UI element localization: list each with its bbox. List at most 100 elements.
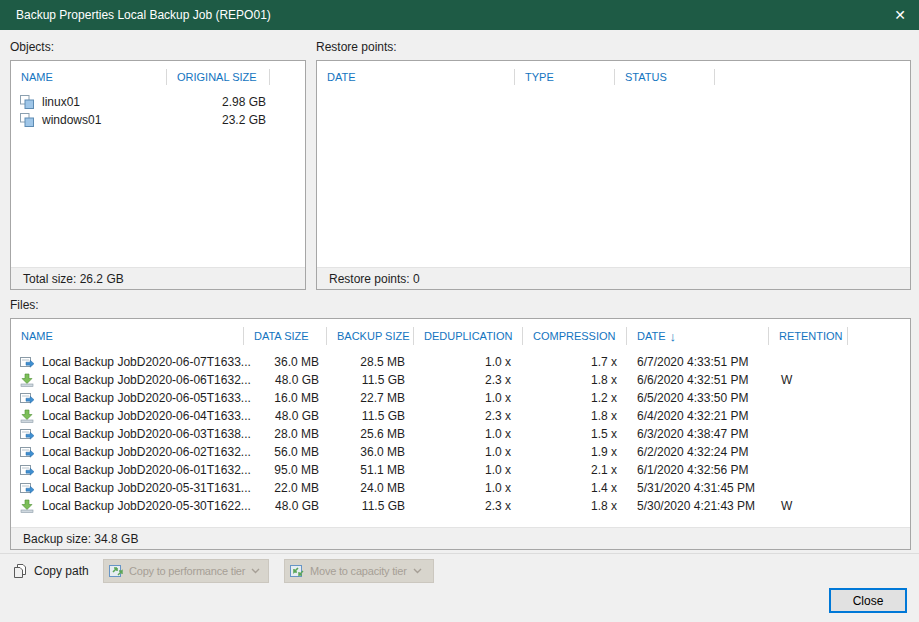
- object-name: linux01: [42, 95, 80, 109]
- table-row[interactable]: Local Backup JobD2020-06-04T1633... 48.0…: [11, 407, 910, 425]
- backup-file-icon: [19, 426, 35, 442]
- file-data-size: 48.0 GB: [244, 499, 327, 513]
- performance-tier-icon: [108, 563, 124, 579]
- file-date: 6/4/2020 4:32:21 PM: [627, 409, 769, 423]
- file-deduplication: 2.3 x: [414, 499, 523, 513]
- column-header-backup-size[interactable]: BACKUP SIZE: [327, 319, 414, 353]
- table-row[interactable]: linux01 2.98 GB: [11, 93, 305, 111]
- file-compression: 1.7 x: [523, 355, 627, 369]
- object-original-size: 2.98 GB: [167, 95, 270, 109]
- column-header-name[interactable]: NAME: [11, 319, 244, 353]
- table-row[interactable]: Local Backup JobD2020-06-01T1632... 95.0…: [11, 461, 910, 479]
- files-footer: Backup size: 34.8 GB: [11, 527, 910, 549]
- file-backup-size: 24.0 MB: [327, 481, 414, 495]
- file-backup-size: 11.5 GB: [327, 499, 414, 513]
- file-compression: 1.5 x: [523, 427, 627, 441]
- column-header-status[interactable]: STATUS: [615, 61, 715, 93]
- file-deduplication: 1.0 x: [414, 391, 523, 405]
- move-to-capacity-tier-button[interactable]: Move to capacity tier: [284, 559, 434, 583]
- window-title: Backup Properties Local Backup Job (REPO…: [16, 8, 271, 22]
- file-data-size: 22.0 MB: [244, 481, 327, 495]
- files-label: Files:: [10, 298, 39, 312]
- window-close-icon[interactable]: ✕: [894, 8, 906, 22]
- objects-total-size: Total size: 26.2 GB: [23, 272, 124, 286]
- file-compression: 2.1 x: [523, 463, 627, 477]
- restore-points-table: DATE TYPE STATUS Restore points: 0: [316, 60, 911, 290]
- file-backup-size: 36.0 MB: [327, 445, 414, 459]
- file-backup-size: 22.7 MB: [327, 391, 414, 405]
- file-date: 6/2/2020 4:32:24 PM: [627, 445, 769, 459]
- file-compression: 1.8 x: [523, 499, 627, 513]
- copy-to-performance-tier-button[interactable]: Copy to performance tier: [103, 559, 269, 583]
- files-table-header: NAME DATA SIZE BACKUP SIZE DEDUPLICATION…: [11, 319, 910, 353]
- backup-properties-dialog: Backup Properties Local Backup Job (REPO…: [0, 0, 919, 622]
- file-retention: W: [769, 373, 848, 387]
- file-name: Local Backup JobD2020-06-06T1632...: [42, 373, 251, 387]
- column-header-data-size[interactable]: DATA SIZE: [244, 319, 327, 353]
- file-compression: 1.8 x: [523, 409, 627, 423]
- file-backup-size: 28.5 MB: [327, 355, 414, 369]
- file-data-size: 48.0 GB: [244, 409, 327, 423]
- table-row[interactable]: Local Backup JobD2020-05-31T1631... 22.0…: [11, 479, 910, 497]
- column-header-retention[interactable]: RETENTION: [769, 319, 848, 353]
- files-backup-size: Backup size: 34.8 GB: [23, 532, 138, 546]
- objects-table: NAME ORIGINAL SIZE linux01 2.: [10, 60, 306, 290]
- file-name: Local Backup JobD2020-06-05T1633...: [42, 391, 251, 405]
- close-button-label: Close: [853, 594, 884, 608]
- file-retention: W: [769, 499, 848, 513]
- copy-path-button[interactable]: Copy path: [12, 559, 89, 583]
- table-row[interactable]: Local Backup JobD2020-06-05T1633... 16.0…: [11, 389, 910, 407]
- file-name: Local Backup JobD2020-05-31T1631...: [42, 481, 251, 495]
- table-row[interactable]: Local Backup JobD2020-06-06T1632... 48.0…: [11, 371, 910, 389]
- objects-table-header: NAME ORIGINAL SIZE: [11, 61, 305, 93]
- table-row[interactable]: Local Backup JobD2020-05-30T1622... 48.0…: [11, 497, 910, 515]
- file-name: Local Backup JobD2020-06-01T1632...: [42, 463, 251, 477]
- backup-file-icon: [19, 354, 35, 370]
- copy-to-performance-tier-label: Copy to performance tier: [129, 565, 245, 577]
- file-deduplication: 1.0 x: [414, 427, 523, 441]
- table-row[interactable]: Local Backup JobD2020-06-02T1632... 56.0…: [11, 443, 910, 461]
- restore-points-footer: Restore points: 0: [317, 267, 910, 289]
- file-deduplication: 1.0 x: [414, 445, 523, 459]
- table-row[interactable]: Local Backup JobD2020-06-03T1638... 28.0…: [11, 425, 910, 443]
- table-row[interactable]: windows01 23.2 GB: [11, 111, 305, 129]
- chevron-down-icon: [251, 568, 260, 574]
- column-header-name[interactable]: NAME: [11, 61, 167, 93]
- objects-footer: Total size: 26.2 GB: [11, 267, 305, 289]
- file-name: Local Backup JobD2020-06-03T1638...: [42, 427, 251, 441]
- backup-file-icon: [19, 408, 35, 424]
- capacity-tier-icon: [289, 563, 305, 579]
- file-name: Local Backup JobD2020-06-04T1633...: [42, 409, 251, 423]
- object-original-size: 23.2 GB: [167, 113, 270, 127]
- copy-path-label: Copy path: [34, 564, 89, 578]
- column-header-type[interactable]: TYPE: [515, 61, 615, 93]
- files-table-body: Local Backup JobD2020-06-07T1633... 36.0…: [11, 353, 910, 527]
- column-header-date[interactable]: DATE: [317, 61, 515, 93]
- objects-table-body: linux01 2.98 GB windows01: [11, 93, 305, 267]
- file-compression: 1.9 x: [523, 445, 627, 459]
- file-compression: 1.4 x: [523, 481, 627, 495]
- close-button[interactable]: Close: [829, 588, 907, 613]
- vm-icon: [19, 112, 35, 128]
- chevron-down-icon: [413, 568, 422, 574]
- file-compression: 1.2 x: [523, 391, 627, 405]
- restore-points-label: Restore points:: [316, 40, 397, 54]
- column-header-date[interactable]: DATE ↓: [627, 319, 769, 353]
- file-date: 5/30/2020 4:21:43 PM: [627, 499, 769, 513]
- restore-points-count: Restore points: 0: [329, 272, 420, 286]
- file-backup-size: 11.5 GB: [327, 373, 414, 387]
- file-date: 6/3/2020 4:38:47 PM: [627, 427, 769, 441]
- column-header-original-size[interactable]: ORIGINAL SIZE: [167, 61, 270, 93]
- column-header-compression[interactable]: COMPRESSION: [523, 319, 627, 353]
- file-data-size: 48.0 GB: [244, 373, 327, 387]
- table-row[interactable]: Local Backup JobD2020-06-07T1633... 36.0…: [11, 353, 910, 371]
- vm-icon: [19, 94, 35, 110]
- file-date: 6/6/2020 4:32:51 PM: [627, 373, 769, 387]
- file-deduplication: 2.3 x: [414, 373, 523, 387]
- file-date: 6/5/2020 4:33:50 PM: [627, 391, 769, 405]
- file-date: 6/7/2020 4:33:51 PM: [627, 355, 769, 369]
- file-deduplication: 2.3 x: [414, 409, 523, 423]
- column-header-deduplication[interactable]: DEDUPLICATION: [414, 319, 523, 353]
- file-backup-size: 25.6 MB: [327, 427, 414, 441]
- restore-points-table-body: [317, 93, 910, 267]
